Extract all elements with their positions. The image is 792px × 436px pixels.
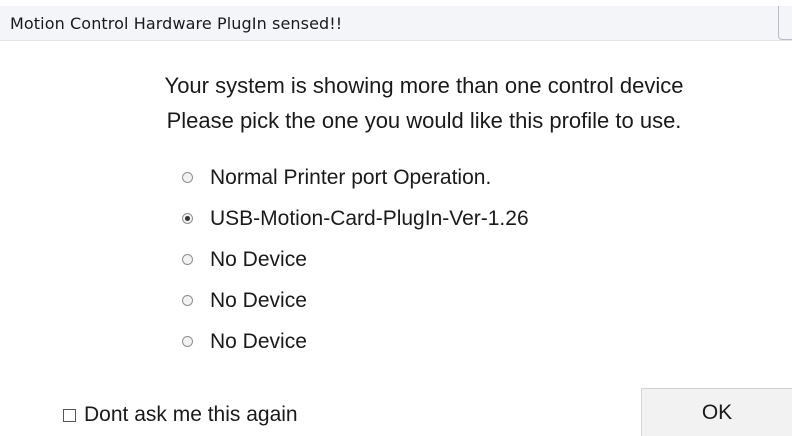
option-no-device-2[interactable]: No Device bbox=[182, 280, 529, 321]
radio-button[interactable] bbox=[182, 295, 193, 306]
option-label: USB-Motion-Card-PlugIn-Ver-1.26 bbox=[210, 206, 529, 230]
ok-button[interactable]: OK bbox=[641, 388, 792, 436]
title-bar[interactable]: Motion Control Hardware PlugIn sensed!! bbox=[0, 6, 792, 41]
window-title: Motion Control Hardware PlugIn sensed!! bbox=[10, 14, 343, 33]
radio-button[interactable] bbox=[182, 254, 193, 265]
prompt-line-1: Your system is showing more than one con… bbox=[164, 73, 684, 98]
option-no-device-1[interactable]: No Device bbox=[182, 239, 529, 280]
option-no-device-3[interactable]: No Device bbox=[182, 321, 529, 362]
device-options: Normal Printer port Operation. USB-Motio… bbox=[182, 157, 529, 362]
dont-ask-checkbox[interactable] bbox=[63, 408, 76, 422]
close-button-edge[interactable] bbox=[778, 6, 792, 40]
option-label: Normal Printer port Operation. bbox=[210, 165, 492, 189]
option-label: No Device bbox=[210, 288, 307, 312]
option-usb-motion-card[interactable]: USB-Motion-Card-PlugIn-Ver-1.26 bbox=[182, 198, 529, 239]
radio-button[interactable] bbox=[182, 172, 193, 183]
option-label: No Device bbox=[210, 329, 307, 353]
radio-button[interactable] bbox=[182, 336, 193, 347]
dialog-window: Motion Control Hardware PlugIn sensed!! … bbox=[0, 0, 792, 436]
option-printer-port[interactable]: Normal Printer port Operation. bbox=[182, 157, 529, 198]
option-label: No Device bbox=[210, 247, 307, 271]
radio-button[interactable] bbox=[182, 213, 193, 224]
dont-ask-label: Dont ask me this again bbox=[84, 403, 298, 426]
prompt-line-2: Please pick the one you would like this … bbox=[166, 108, 682, 133]
dont-ask-again-option[interactable]: Dont ask me this again bbox=[63, 403, 298, 427]
